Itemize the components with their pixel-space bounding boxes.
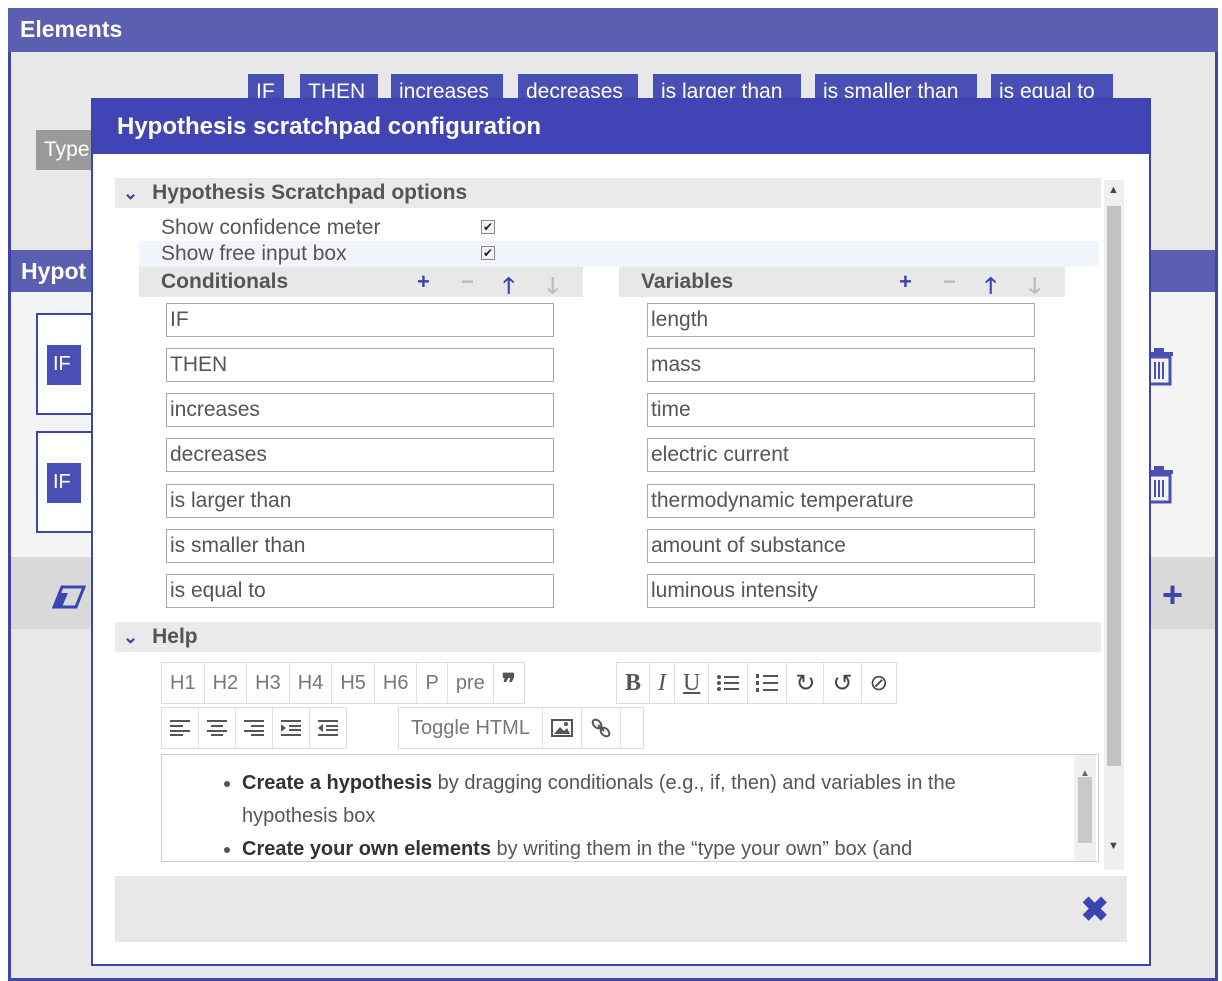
help-list: Create a hypothesis by dragging conditio… <box>162 767 1098 861</box>
option-label: Show confidence meter <box>161 216 381 239</box>
chevron-down-icon: ⌄ <box>123 627 139 647</box>
confidence-meter-checkbox[interactable]: ✔ <box>481 220 495 234</box>
quote-icon[interactable]: ❞ <box>494 663 524 703</box>
variable-field[interactable]: mass <box>647 348 1035 382</box>
conditional-field[interactable]: decreases <box>166 438 554 472</box>
options-section-header[interactable]: ⌄ Hypothesis Scratchpad options <box>115 178 1101 208</box>
numbered-list-icon[interactable] <box>748 663 788 703</box>
close-icon[interactable]: ✖ <box>1081 890 1110 930</box>
scroll-down-area[interactable]: ▼ <box>1104 840 1124 860</box>
conditional-field[interactable]: is smaller than <box>166 529 554 563</box>
variable-field[interactable]: time <box>647 393 1035 427</box>
align-toolbar-group <box>161 707 347 749</box>
conditional-field[interactable]: THEN <box>166 348 554 382</box>
variable-field[interactable]: amount of substance <box>647 529 1035 563</box>
help-item: Create a hypothesis by dragging conditio… <box>242 767 1098 833</box>
help-section-title: Help <box>152 625 198 648</box>
free-input-checkbox[interactable]: ✔ <box>481 246 495 260</box>
conditional-field[interactable]: increases <box>166 393 554 427</box>
outdent-icon[interactable] <box>310 708 346 748</box>
option-row: Show confidence meter ✔ <box>139 215 1099 241</box>
indent-icon[interactable] <box>273 708 310 748</box>
options-section-title: Hypothesis Scratchpad options <box>152 181 468 204</box>
help-item-bold: Create a hypothesis <box>242 772 433 794</box>
dialog-title: Hypothesis scratchpad configuration <box>93 100 1149 154</box>
variable-field[interactable]: length <box>647 303 1035 337</box>
image-icon[interactable] <box>543 708 582 748</box>
scroll-thumb[interactable] <box>1107 206 1121 766</box>
undo-icon[interactable]: ↺ <box>824 663 862 703</box>
bullet-list-icon[interactable] <box>709 663 749 703</box>
help-item-bold: Create your own elements <box>242 838 491 860</box>
arrow-down-icon[interactable]: 🡓 <box>547 269 558 307</box>
redo-icon[interactable]: ↻ <box>787 663 825 703</box>
add-icon[interactable]: + <box>899 269 912 295</box>
h2-button[interactable]: H2 <box>205 663 248 703</box>
link-icon[interactable] <box>582 708 621 748</box>
arrow-up-icon[interactable]: 🡑 <box>503 269 514 307</box>
option-row: Show free input box ✔ <box>139 241 1099 267</box>
conditional-field[interactable]: is larger than <box>166 484 554 518</box>
hypothesis-if-chip[interactable]: IF <box>47 345 81 385</box>
conditional-field[interactable]: is equal to <box>166 574 554 608</box>
scroll-thumb[interactable] <box>1078 777 1092 843</box>
scroll-down-icon[interactable]: ▼ <box>1108 840 1119 852</box>
chevron-down-icon: ⌄ <box>123 183 139 203</box>
option-label: Show free input box <box>161 242 347 265</box>
h4-button[interactable]: H4 <box>290 663 333 703</box>
remove-icon[interactable]: − <box>461 269 474 295</box>
help-item-text: by writing them in the “type your own” b… <box>490 838 913 860</box>
dialog-scrollbar[interactable]: ▲ <box>1104 180 1124 870</box>
add-icon[interactable]: + <box>1162 574 1183 616</box>
underline-icon[interactable]: U <box>675 663 710 703</box>
add-icon[interactable]: + <box>417 269 430 295</box>
variable-field[interactable]: luminous intensity <box>647 574 1035 608</box>
bold-icon[interactable]: B <box>617 663 651 703</box>
help-item: Create your own elements by writing them… <box>242 833 1098 861</box>
conditionals-header: Conditionals + − 🡑 🡓 <box>139 267 583 298</box>
pre-button[interactable]: pre <box>448 663 494 703</box>
align-center-icon[interactable] <box>199 708 236 748</box>
variables-header: Variables + − 🡑 🡓 <box>619 267 1065 298</box>
variable-field[interactable]: thermodynamic temperature <box>647 484 1035 518</box>
paragraph-button[interactable]: P <box>417 663 448 703</box>
conditionals-title: Conditionals <box>161 270 289 293</box>
align-right-icon[interactable] <box>236 708 273 748</box>
help-editor[interactable]: Create a hypothesis by dragging conditio… <box>161 754 1099 862</box>
scroll-up-icon[interactable]: ▲ <box>1108 184 1119 196</box>
help-section-header[interactable]: ⌄ Help <box>115 622 1101 652</box>
remove-icon[interactable]: − <box>943 269 956 295</box>
dialog-footer: ✖ <box>115 876 1127 942</box>
format-toolbar-group: B I U ↻ ↺ ⊘ <box>616 662 898 704</box>
eraser-icon[interactable] <box>51 585 87 609</box>
italic-icon[interactable]: I <box>650 663 676 703</box>
h3-button[interactable]: H3 <box>247 663 290 703</box>
hypothesis-if-chip[interactable]: IF <box>47 463 81 503</box>
elements-header: Elements <box>8 8 1218 52</box>
config-dialog: Hypothesis scratchpad configuration ▲ ⌄ H… <box>91 98 1151 966</box>
editor-scrollbar[interactable]: ▲ <box>1074 755 1096 861</box>
align-left-icon[interactable] <box>162 708 199 748</box>
conditional-field[interactable]: IF <box>166 303 554 337</box>
h6-button[interactable]: H6 <box>375 663 418 703</box>
variable-field[interactable]: electric current <box>647 438 1035 472</box>
clear-format-icon[interactable]: ⊘ <box>862 663 896 703</box>
variables-title: Variables <box>641 270 734 293</box>
insert-toolbar-group: Toggle HTML <box>398 707 644 749</box>
h1-button[interactable]: H1 <box>162 663 205 703</box>
arrow-down-icon[interactable]: 🡓 <box>1029 269 1040 307</box>
toggle-html-button[interactable]: Toggle HTML <box>399 708 543 748</box>
h5-button[interactable]: H5 <box>332 663 375 703</box>
arrow-up-icon[interactable]: 🡑 <box>985 269 996 307</box>
heading-toolbar-group: H1 H2 H3 H4 H5 H6 P pre ❞ <box>161 662 525 704</box>
